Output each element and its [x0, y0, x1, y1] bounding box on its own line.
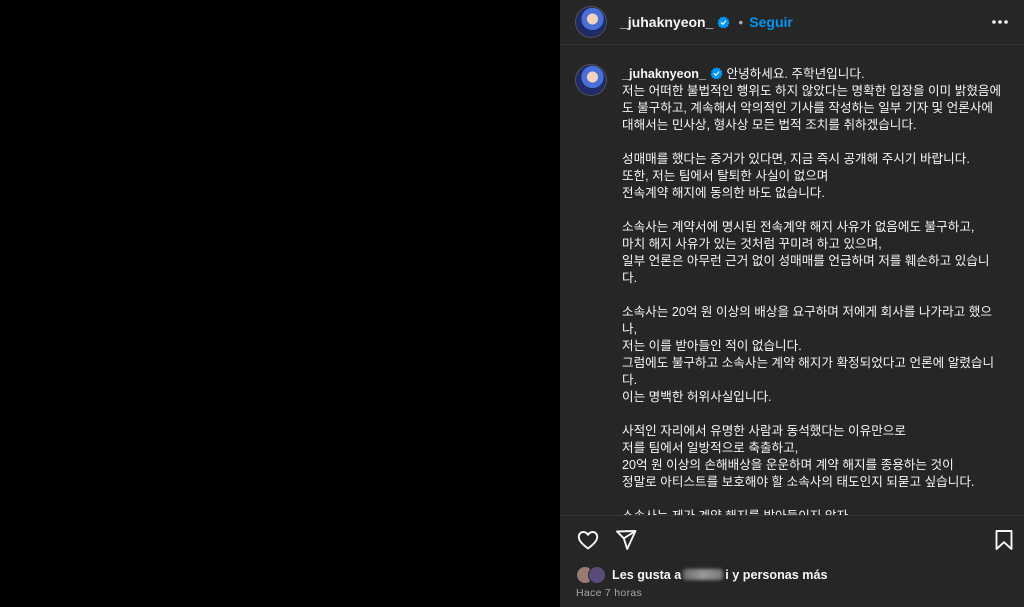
heart-icon[interactable] [576, 528, 600, 552]
caption-author-avatar[interactable] [576, 65, 606, 95]
likes-text[interactable]: Les gusta ai y personas más [612, 568, 828, 582]
instagram-post-view: _juhaknyeon_ • Seguir _juhaknyeon_ 안녕하세요… [0, 0, 1024, 607]
send-icon[interactable] [614, 528, 638, 552]
likes-summary[interactable]: Les gusta ai y personas más [576, 566, 828, 584]
verified-badge-icon [717, 15, 730, 28]
separator-dot: • [738, 14, 744, 30]
post-timestamp[interactable]: Hace 7 horas [576, 587, 642, 599]
verified-badge-icon [710, 67, 723, 80]
post-caption: _juhaknyeon_ 안녕하세요. 주학년입니다. 저는 어떠한 불법적인 … [622, 66, 1002, 515]
comments-area[interactable]: _juhaknyeon_ 안녕하세요. 주학년입니다. 저는 어떠한 불법적인 … [560, 45, 1024, 515]
post-media[interactable] [0, 0, 560, 607]
post-side-panel: _juhaknyeon_ • Seguir _juhaknyeon_ 안녕하세요… [560, 0, 1024, 607]
post-header: _juhaknyeon_ • Seguir [560, 0, 1024, 45]
author-username[interactable]: _juhaknyeon_ [620, 14, 713, 30]
author-avatar[interactable] [576, 7, 606, 37]
post-actions [560, 515, 1024, 562]
caption-username[interactable]: _juhaknyeon_ [622, 67, 706, 81]
bookmark-icon[interactable] [992, 528, 1016, 552]
more-options-icon[interactable] [990, 12, 1010, 32]
liker-avatar[interactable] [588, 566, 606, 584]
caption-text: 안녕하세요. 주학년입니다. 저는 어떠한 불법적인 행위도 하지 않았다는 명… [622, 67, 1002, 515]
follow-button[interactable]: Seguir [749, 14, 793, 30]
blurred-name [683, 569, 724, 580]
